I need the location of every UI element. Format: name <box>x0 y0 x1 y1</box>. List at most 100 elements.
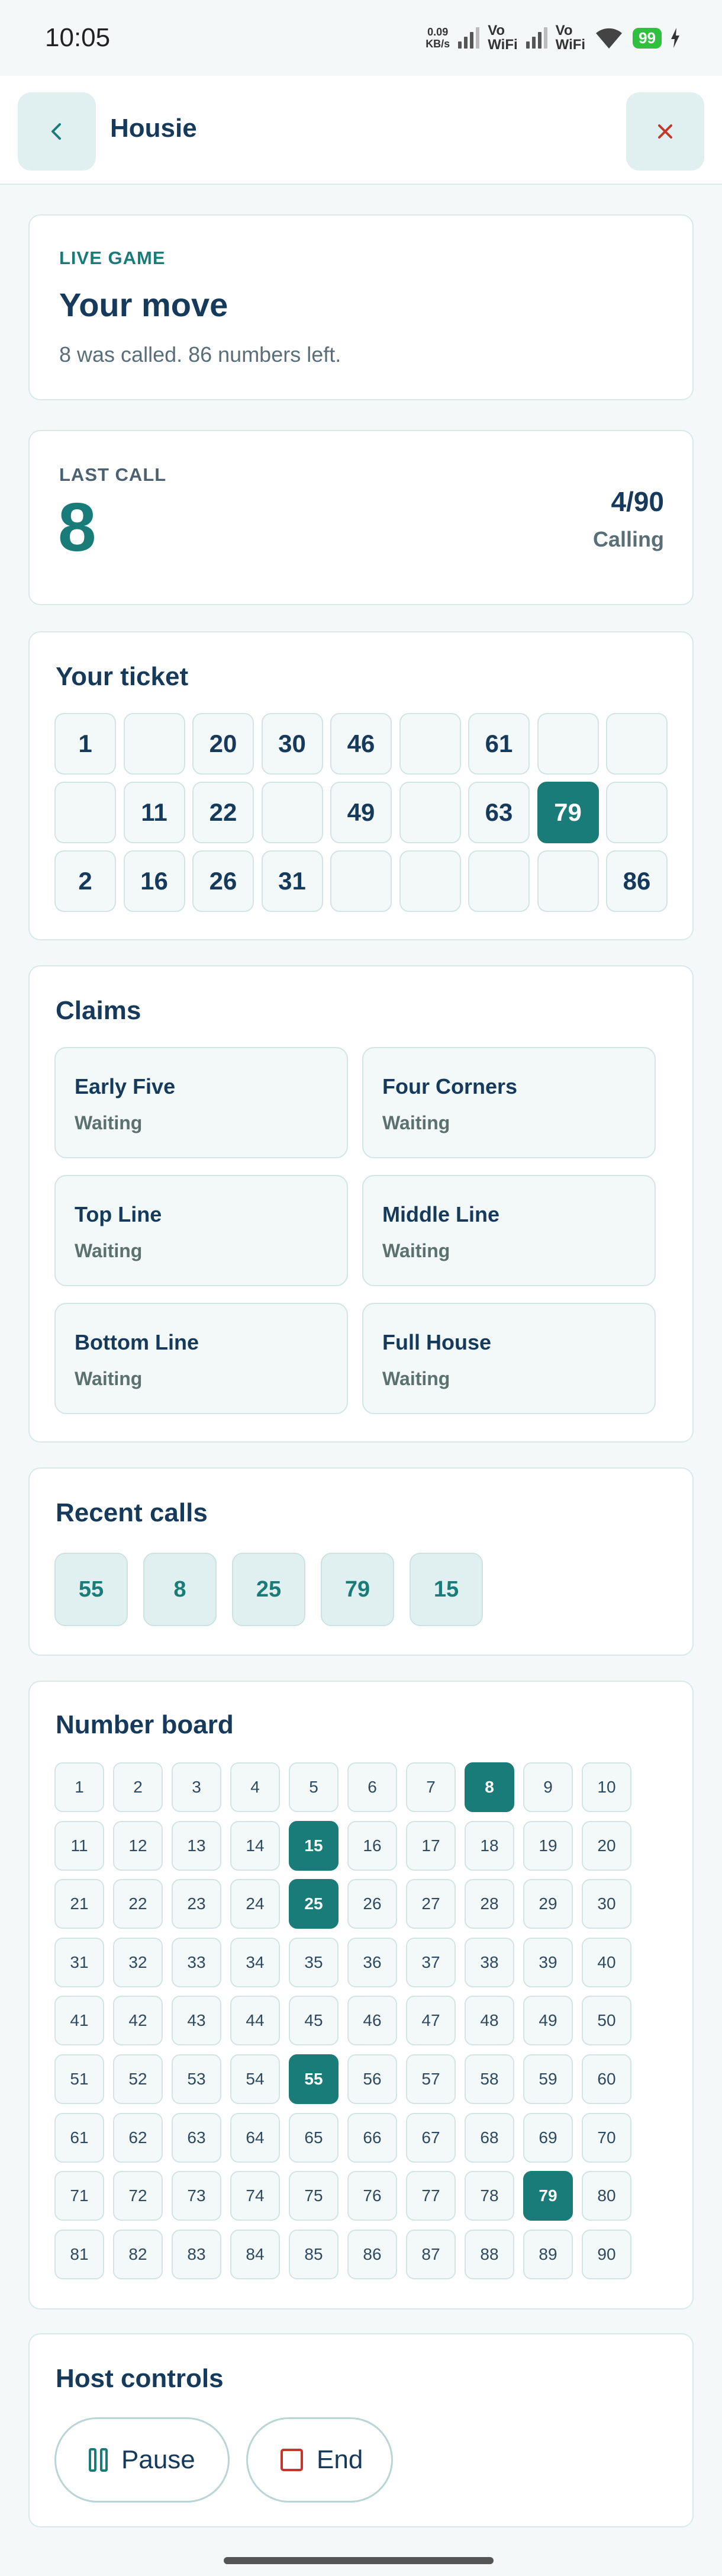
status-icons: 0.09 KB/s Vo WiFi Vo WiFi 99 <box>426 24 681 52</box>
board-number: 19 <box>523 1820 573 1871</box>
ticket-cell[interactable]: 26 <box>192 850 254 912</box>
ticket-cell[interactable]: 1 <box>54 713 116 775</box>
board-number: 68 <box>465 2112 514 2163</box>
last-call-label: LAST CALL <box>59 464 167 485</box>
ticket-cell[interactable]: 49 <box>330 782 392 843</box>
board-number-called: 79 <box>523 2171 573 2221</box>
ticket-cell-empty <box>606 713 668 775</box>
board-number: 88 <box>465 2229 514 2279</box>
claims-title: Claims <box>56 996 141 1025</box>
ticket-cell[interactable]: 16 <box>123 850 185 912</box>
board-number: 40 <box>582 1937 631 1987</box>
board-number: 67 <box>406 2112 456 2163</box>
board-number: 20 <box>582 1820 631 1871</box>
claim-card[interactable]: Early Five Waiting <box>54 1047 348 1158</box>
board-number-called: 55 <box>289 2054 339 2104</box>
board-number: 56 <box>347 2054 397 2104</box>
board-number: 78 <box>465 2171 514 2221</box>
board-number: 74 <box>230 2171 280 2221</box>
board-number: 5 <box>289 1762 339 1812</box>
live-game-card: LIVE GAME Your move 8 was called. 86 num… <box>28 214 694 400</box>
ticket-cell-empty <box>123 713 185 775</box>
board-number: 13 <box>172 1820 221 1871</box>
board-number: 70 <box>582 2112 631 2163</box>
board-number: 45 <box>289 1996 339 2046</box>
status-time: 10:05 <box>45 23 111 52</box>
board-number: 10 <box>582 1762 631 1812</box>
board-number: 24 <box>230 1879 280 1929</box>
claim-card[interactable]: Top Line Waiting <box>54 1175 348 1286</box>
board-number: 53 <box>172 2054 221 2104</box>
board-number: 14 <box>230 1820 280 1871</box>
board-number: 49 <box>523 1996 573 2046</box>
claim-card[interactable]: Middle Line Waiting <box>362 1175 656 1286</box>
board-number: 58 <box>465 2054 514 2104</box>
ticket-cell[interactable]: 61 <box>468 713 530 775</box>
claim-card[interactable]: Bottom Line Waiting <box>54 1303 348 1414</box>
board-number: 52 <box>113 2054 163 2104</box>
ticket-cell[interactable]: 20 <box>192 713 254 775</box>
ticket-cell-empty <box>330 850 392 912</box>
board-number-called: 15 <box>289 1820 339 1871</box>
last-call-card: LAST CALL 8 4/90 Calling <box>28 430 694 605</box>
board-number: 29 <box>523 1879 573 1929</box>
ticket-cell[interactable]: 63 <box>468 782 530 843</box>
last-call-number: 8 <box>58 489 96 566</box>
ticket-cell[interactable]: 30 <box>261 713 323 775</box>
board-number: 7 <box>406 1762 456 1812</box>
board-number: 36 <box>347 1937 397 1987</box>
board-number: 1 <box>54 1762 104 1812</box>
recent-calls-title: Recent calls <box>56 1498 208 1527</box>
board-number: 65 <box>289 2112 339 2163</box>
ticket-cell[interactable]: 79 <box>537 782 599 843</box>
ticket-cell[interactable]: 86 <box>606 850 668 912</box>
board-number: 66 <box>347 2112 397 2163</box>
net-speed-value: 0.09 <box>427 26 449 38</box>
charging-icon <box>671 28 679 48</box>
board-number: 47 <box>406 1996 456 2046</box>
claim-status: Waiting <box>75 1368 143 1389</box>
claim-status: Waiting <box>382 1112 450 1133</box>
ticket-cell[interactable]: 22 <box>192 782 254 843</box>
claim-status: Waiting <box>382 1368 450 1389</box>
board-number: 31 <box>54 1937 104 1987</box>
claim-name: Bottom Line <box>75 1330 199 1354</box>
ticket-cell-empty <box>261 782 323 843</box>
ticket-cell[interactable]: 11 <box>123 782 185 843</box>
board-number: 59 <box>523 2054 573 2104</box>
board-number: 54 <box>230 2054 280 2104</box>
recent-call-chip: 55 <box>54 1553 128 1626</box>
call-state: Calling <box>592 527 664 551</box>
board-number: 3 <box>172 1762 221 1812</box>
net-speed-unit: KB/s <box>426 38 450 50</box>
chevron-left-icon <box>51 123 61 140</box>
board-number: 35 <box>289 1937 339 1987</box>
recent-call-chip: 25 <box>232 1553 305 1626</box>
pause-icon <box>89 2448 108 2472</box>
claims-card: Claims Early Five Waiting Four Corners Wait… <box>28 965 694 1443</box>
stop-icon <box>281 2449 303 2471</box>
end-button[interactable]: End <box>246 2417 393 2503</box>
board-number: 2 <box>113 1762 163 1812</box>
ticket-cell[interactable]: 2 <box>54 850 116 912</box>
claim-card[interactable]: Four Corners Waiting <box>362 1047 656 1158</box>
pause-button[interactable]: Pause <box>54 2417 230 2503</box>
ticket-cell-empty <box>399 782 461 843</box>
vowifi-bottom: WiFi <box>488 37 518 53</box>
board-number: 80 <box>582 2171 631 2221</box>
recent-calls-card: Recent calls 55 8 25 79 15 <box>28 1467 694 1656</box>
board-number: 63 <box>172 2112 221 2163</box>
board-number: 37 <box>406 1937 456 1987</box>
ticket-cell[interactable]: 31 <box>261 850 323 912</box>
board-number: 61 <box>54 2112 104 2163</box>
back-button[interactable] <box>18 92 96 171</box>
ticket-cell[interactable]: 46 <box>330 713 392 775</box>
vowifi-indicator: Vo WiFi <box>556 24 585 52</box>
claim-card[interactable]: Full House Waiting <box>362 1303 656 1414</box>
vowifi-indicator: Vo WiFi <box>488 24 517 52</box>
board-number-called: 25 <box>289 1879 339 1929</box>
app-header: Housie <box>0 76 722 185</box>
close-button[interactable] <box>626 92 704 171</box>
vowifi-top: Vo <box>488 23 505 38</box>
board-number: 86 <box>347 2229 397 2279</box>
